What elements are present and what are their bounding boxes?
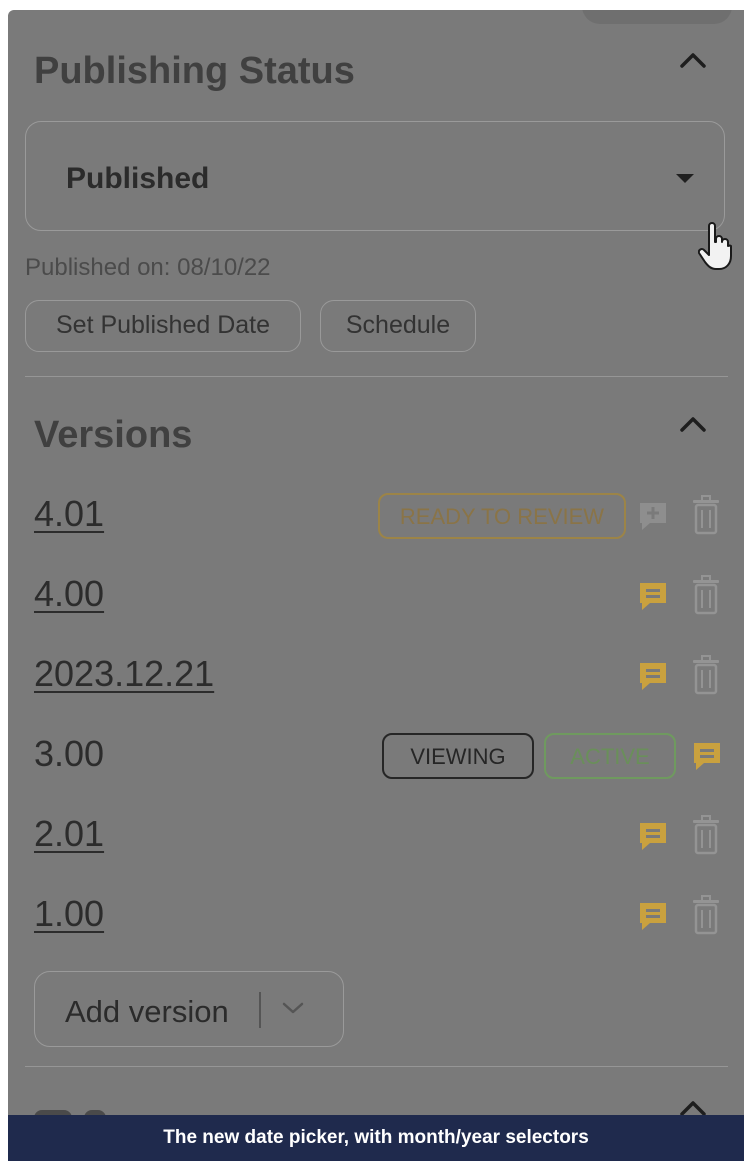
hand-pointer-icon [698, 222, 732, 270]
version-row[interactable]: 4.00 [34, 565, 734, 625]
section-divider [25, 1066, 728, 1067]
chevron-up-icon[interactable] [678, 414, 708, 434]
published-on-text: Published on: 08/10/22 [25, 254, 271, 281]
version-row[interactable]: 4.01 READY TO REVIEW [34, 485, 734, 545]
trash-icon[interactable] [690, 815, 722, 855]
add-version-button[interactable]: Add version [34, 971, 344, 1047]
add-version-label: Add version [65, 994, 229, 1029]
publishing-status-select[interactable]: Published [25, 121, 725, 231]
trash-icon[interactable] [690, 575, 722, 615]
version-row[interactable]: 1.00 [34, 885, 734, 945]
top-pill [582, 10, 732, 24]
version-link[interactable]: 4.01 [34, 493, 104, 535]
version-row[interactable]: 3.00 VIEWING ACTIVE [34, 725, 734, 785]
version-link[interactable]: 2023.12.21 [34, 653, 214, 695]
trash-icon[interactable] [690, 895, 722, 935]
comment-icon[interactable] [636, 579, 670, 613]
viewing-badge: VIEWING [382, 733, 534, 779]
caption-bar: The new date picker, with month/year sel… [8, 1115, 744, 1161]
set-published-date-button[interactable]: Set Published Date [25, 300, 301, 352]
versions-title: Versions [34, 414, 193, 456]
version-current-label: 3.00 [34, 733, 105, 774]
comment-icon[interactable] [690, 739, 724, 773]
version-row[interactable]: 2.01 [34, 805, 734, 865]
comment-icon[interactable] [636, 659, 670, 693]
version-link[interactable]: 4.00 [34, 573, 104, 615]
chevron-up-icon[interactable] [678, 50, 708, 70]
active-badge: ACTIVE [544, 733, 676, 779]
section-divider [25, 376, 728, 377]
side-panel: Publishing Status Published Published on… [8, 10, 744, 1161]
version-link[interactable]: 2.01 [34, 813, 104, 855]
ready-to-review-badge: READY TO REVIEW [378, 493, 626, 539]
caret-down-icon [676, 174, 694, 183]
trash-icon[interactable] [690, 495, 722, 535]
comment-icon[interactable] [636, 899, 670, 933]
split-divider [259, 992, 261, 1028]
schedule-button[interactable]: Schedule [320, 300, 476, 352]
add-comment-icon[interactable] [636, 499, 670, 533]
publishing-status-title: Publishing Status [34, 50, 355, 92]
version-row[interactable]: 2023.12.21 [34, 645, 734, 705]
publishing-status-value: Published [66, 162, 210, 195]
version-link[interactable]: 1.00 [34, 893, 104, 935]
trash-icon[interactable] [690, 655, 722, 695]
chevron-down-icon[interactable] [281, 1000, 305, 1016]
comment-icon[interactable] [636, 819, 670, 853]
